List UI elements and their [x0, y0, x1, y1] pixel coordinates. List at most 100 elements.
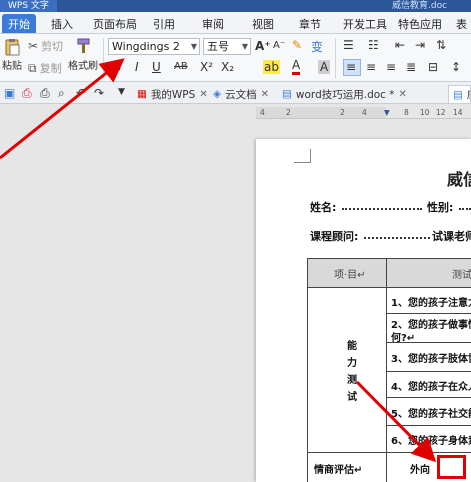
shrink-font-button[interactable]: A⁻ [273, 40, 285, 51]
italic-button[interactable]: I [135, 60, 139, 74]
format-painter-button[interactable]: 格式刷 [68, 37, 98, 72]
increase-indent-button[interactable]: ⇥ [415, 38, 425, 52]
clear-format-button[interactable]: ✎ [292, 38, 302, 52]
table-cell-question[interactable]: 1、您的孩子注意力 [391, 294, 471, 309]
horizontal-ruler[interactable]: 4 2 2 4 ▼ 8 10 12 14 [256, 107, 471, 119]
table-cell-question[interactable]: 5、您的孩子社交能 [391, 405, 471, 420]
underline-button[interactable]: U [152, 60, 161, 74]
export-pdf-button[interactable]: ⎙ [22, 86, 32, 101]
margin-corner-mark [294, 149, 311, 163]
table-border [386, 371, 471, 372]
tab-my-wps[interactable]: ▦ 我的WPS ✕ [133, 85, 212, 103]
document-page[interactable] [256, 139, 471, 482]
bold-button[interactable]: B [112, 60, 121, 74]
table-cell-question[interactable]: 4、您的孩子在众人 [391, 378, 471, 393]
copy-icon: ⧉ [28, 60, 37, 75]
tab-word-skills-label: word技巧运用.doc * [295, 88, 395, 101]
numbered-list-button[interactable]: ☷ [368, 38, 379, 52]
highlight-button[interactable]: ab [263, 60, 280, 74]
print-button[interactable]: ⎙ [40, 86, 50, 101]
copy-button[interactable]: ⧉ 复制 [28, 60, 62, 76]
redo-button[interactable]: ↷ [94, 86, 104, 100]
tab-developer[interactable]: 开发工具 [343, 16, 387, 32]
copy-label: 复制 [39, 62, 62, 75]
superscript-button[interactable]: X² [200, 60, 213, 74]
table-header-row [307, 259, 471, 287]
table-cell-question[interactable]: 3、您的孩子肢体协 [391, 350, 471, 365]
ability-test-category[interactable]: 能 力 测 试 [347, 338, 359, 406]
font-color-button[interactable]: A [292, 59, 301, 75]
tab-references[interactable]: 引用 [153, 16, 175, 32]
undo-icon: ↶ [76, 86, 87, 100]
font-name-select[interactable]: Wingdings 2 ▼ [108, 38, 200, 55]
table-border [307, 287, 471, 288]
align-center-button[interactable]: ≡ [366, 60, 376, 74]
tab-view[interactable]: 视图 [252, 16, 274, 32]
quick-access-dropdown[interactable]: ▼ [118, 87, 125, 97]
save-button[interactable]: ▣ [4, 86, 15, 100]
paste-button[interactable]: 粘贴 [2, 38, 22, 72]
cut-button[interactable]: ✂ 剪切 [28, 38, 63, 54]
extrovert-label[interactable]: 外向 [410, 461, 430, 476]
table-border [307, 452, 471, 453]
document-icon: ▤ [453, 88, 463, 101]
gender-blank[interactable] [459, 208, 471, 210]
table-border [386, 425, 471, 426]
ruler-tick: 12 [436, 108, 446, 117]
tab-page-layout[interactable]: 页面布局 [93, 16, 137, 32]
strikethrough-button[interactable]: AB [174, 61, 188, 72]
paste-label: 粘贴 [2, 61, 22, 72]
tab-special-features[interactable]: 特色应用 [398, 16, 442, 32]
outdent-icon: ⇤ [395, 38, 406, 52]
chevron-down-icon: ▼ [190, 42, 197, 51]
bullet-list-button[interactable]: ☰ [343, 38, 354, 52]
name-label: 姓名: [310, 201, 337, 214]
ruler-indent-marker[interactable]: ▼ [384, 107, 390, 119]
align-left-button[interactable]: ≡ [346, 60, 356, 74]
annotation-highlight-box [437, 455, 466, 479]
tab-cloud-docs[interactable]: ◈ 云文档 ✕ [209, 85, 273, 103]
sort-button[interactable]: ⇅ [436, 38, 446, 52]
distributed-button[interactable]: ⊟ [428, 60, 438, 74]
eraser-icon: ✎ [292, 38, 303, 52]
tab-active-document[interactable]: ▤ 威 [448, 85, 471, 103]
app-menu-button[interactable]: WPS 文字 [0, 0, 57, 12]
save-icon: ▣ [4, 86, 16, 100]
tab-active-label: 威 [467, 87, 470, 102]
cut-label: 剪切 [41, 40, 64, 53]
name-blank[interactable] [342, 208, 422, 210]
eq-assessment-label[interactable]: 情商评估↵ [314, 461, 362, 476]
ribbon-separator [103, 38, 104, 78]
character-shading-button[interactable]: A [318, 60, 331, 74]
line-spacing-button[interactable]: ↕ [451, 60, 461, 74]
chevron-down-icon: ▼ [118, 87, 125, 97]
table-cell-question-cont[interactable]: 何?↵ [391, 329, 415, 344]
justify-button[interactable]: ≣ [406, 60, 416, 74]
paste-icon [5, 39, 20, 56]
align-right-button[interactable]: ≡ [386, 60, 396, 74]
ruler-tick: 10 [420, 108, 430, 117]
ribbon-separator [335, 38, 336, 78]
pinyin-guide-button[interactable]: 变 [311, 38, 323, 55]
font-size-select[interactable]: 五号 ▼ [203, 38, 251, 55]
close-icon[interactable]: ✕ [199, 89, 207, 100]
tab-section[interactable]: 章节 [299, 16, 321, 32]
print-preview-button[interactable]: ⌕ [58, 86, 65, 101]
close-icon[interactable]: ✕ [261, 89, 269, 100]
tab-review[interactable]: 审阅 [202, 16, 224, 32]
line-spacing-icon: ↕ [451, 60, 462, 74]
close-icon[interactable]: ✕ [399, 89, 407, 100]
ruler-tick: 4 [362, 108, 367, 117]
tab-home[interactable]: 开始 [2, 14, 36, 33]
subscript-button[interactable]: X₂ [221, 60, 234, 74]
align-left-icon: ≡ [346, 60, 357, 74]
ribbon-toolbar: 粘贴 ✂ 剪切 ⧉ 复制 格式刷 Wingdings 2 ▼ 五号 ▼ A⁺ A… [0, 34, 471, 82]
tab-insert[interactable]: 插入 [51, 16, 73, 32]
grow-font-button[interactable]: A⁺ [255, 39, 271, 53]
undo-button[interactable]: ↶ [76, 86, 86, 100]
decrease-indent-button[interactable]: ⇤ [395, 38, 405, 52]
bullet-list-icon: ☰ [343, 38, 354, 52]
course-advisor-blank[interactable] [364, 237, 430, 239]
tab-word-skills-doc[interactable]: ▤ word技巧运用.doc * ✕ [278, 85, 411, 103]
table-cell-question[interactable]: 6、您的孩子身体素 [391, 432, 471, 447]
